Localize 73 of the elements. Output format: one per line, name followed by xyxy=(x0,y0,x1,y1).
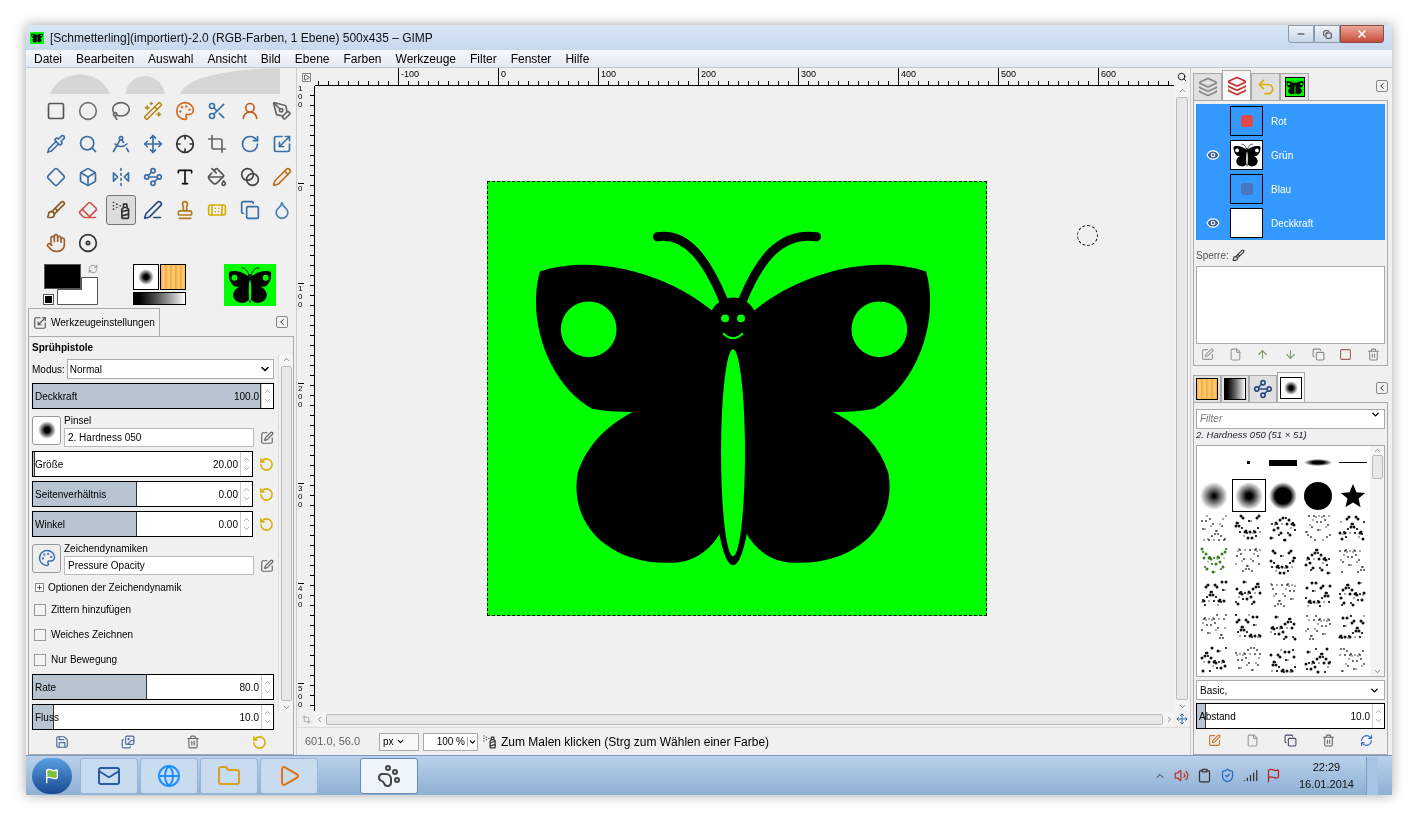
menu-item[interactable]: Ebene xyxy=(294,49,330,68)
menu-item[interactable]: Farben xyxy=(343,49,382,68)
menu-item[interactable]: Bearbeiten xyxy=(76,49,135,68)
filter-field[interactable]: Filter xyxy=(1196,408,1385,429)
unit-dropdown[interactable]: px xyxy=(379,732,419,751)
slider-value: 10.0 xyxy=(239,710,260,725)
checkbox-label: Zittern hinzufügen xyxy=(51,603,132,617)
channel-name: Rot xyxy=(1271,114,1287,129)
brush-field[interactable]: 2. Hardness 050 xyxy=(64,428,254,447)
window-title: [Schmetterling](importiert)-2.0 (RGB-Farben, 1 Ebene) 500x435 – GIMP xyxy=(50,29,433,47)
mode-label: Modus: xyxy=(32,362,65,377)
slider[interactable]: Deckkraft 100.0 xyxy=(32,383,274,409)
menu-item[interactable]: Werkzeuge xyxy=(395,49,456,68)
tab-label: Werkzeugeinstellungen xyxy=(51,316,155,330)
clock-date[interactable]: 16.01.2014 xyxy=(1298,775,1354,792)
channel-name: Grün xyxy=(1271,148,1294,163)
zoom-value: 100 % xyxy=(436,735,465,749)
slider-value: 10.0 xyxy=(1350,709,1371,724)
dynamics-field[interactable]: Pressure Opacity xyxy=(64,556,254,575)
slider-value: 0.00 xyxy=(218,487,239,502)
slider-label: Rate xyxy=(34,680,57,695)
menu-item[interactable]: Bild xyxy=(260,49,281,68)
ruler-label: 300 xyxy=(298,483,304,509)
ruler-label: 500 xyxy=(298,683,304,709)
ruler-label: 300 xyxy=(798,68,817,85)
slider-value: 0.00 xyxy=(218,517,239,532)
dynamics-label: Zeichendynamiken xyxy=(64,542,149,556)
ruler-label: -100 xyxy=(398,68,419,85)
slider-value: 100.0 xyxy=(233,389,260,404)
menu-item[interactable]: Hilfe xyxy=(565,49,590,68)
lock-label: Sperre: xyxy=(1196,249,1229,263)
brush-info: 2. Hardness 050 (51 × 51) xyxy=(1196,428,1308,442)
slider-label: Seitenverhältnis xyxy=(34,487,107,502)
tag-dropdown[interactable]: Basic, xyxy=(1196,680,1385,701)
menu-item[interactable]: Auswahl xyxy=(148,49,194,68)
status-message: Zum Malen klicken (Strg zum Wählen einer Farbe) xyxy=(501,733,770,751)
channel-name: Deckkraft xyxy=(1271,216,1314,231)
expander-label[interactable]: Optionen der Zeichendynamik xyxy=(48,579,182,595)
ruler-label: 0 xyxy=(298,183,304,193)
slider-label: Größe xyxy=(34,457,64,472)
pointer-coordinates: 601.0, 56.0 xyxy=(305,734,362,750)
menu-item[interactable]: Fenster xyxy=(510,49,552,68)
menu-item[interactable]: Datei xyxy=(34,49,62,68)
slider[interactable]: Rate 80.0 xyxy=(32,674,274,700)
slider-value: 80.0 xyxy=(239,680,260,695)
tool-name: Sprühpistole xyxy=(32,341,95,355)
checkbox-label: Nur Bewegung xyxy=(51,653,118,667)
menu-item[interactable]: Ansicht xyxy=(207,49,247,68)
ruler-label: 200 xyxy=(698,68,717,85)
slider-label: Winkel xyxy=(34,517,65,532)
clock-time[interactable]: 22:29 xyxy=(1312,759,1341,776)
ruler-label: 100 xyxy=(598,68,617,85)
slider[interactable]: Größe 20.00 xyxy=(32,451,253,477)
mode-dropdown[interactable]: Normal xyxy=(66,359,274,379)
menu-item[interactable]: Filter xyxy=(470,49,497,68)
brush-label: Pinsel xyxy=(64,414,93,428)
ruler-label: 400 xyxy=(898,68,917,85)
zoom-dropdown[interactable]: 100 % xyxy=(423,732,478,751)
ruler-label: 400 xyxy=(298,583,304,609)
ruler-label: 100 xyxy=(298,86,304,109)
slider-label: Deckkraft xyxy=(34,389,78,404)
ruler-label: 500 xyxy=(998,68,1017,85)
slider[interactable]: Seitenverhältnis 0.00 xyxy=(32,481,253,507)
checkbox-label: Weiches Zeichnen xyxy=(51,628,134,642)
slider-value: 20.00 xyxy=(212,457,239,472)
channel-name: Blau xyxy=(1271,182,1291,197)
ruler-label: 100 xyxy=(298,283,304,309)
ruler-label: 200 xyxy=(298,383,304,409)
slider[interactable]: Winkel 0.00 xyxy=(32,511,253,537)
ruler-label: 600 xyxy=(1098,68,1117,85)
tool-options-tab[interactable]: Werkzeugeinstellungen xyxy=(28,308,160,336)
unit-value: px xyxy=(383,735,394,749)
ruler-label: 0 xyxy=(498,68,506,85)
